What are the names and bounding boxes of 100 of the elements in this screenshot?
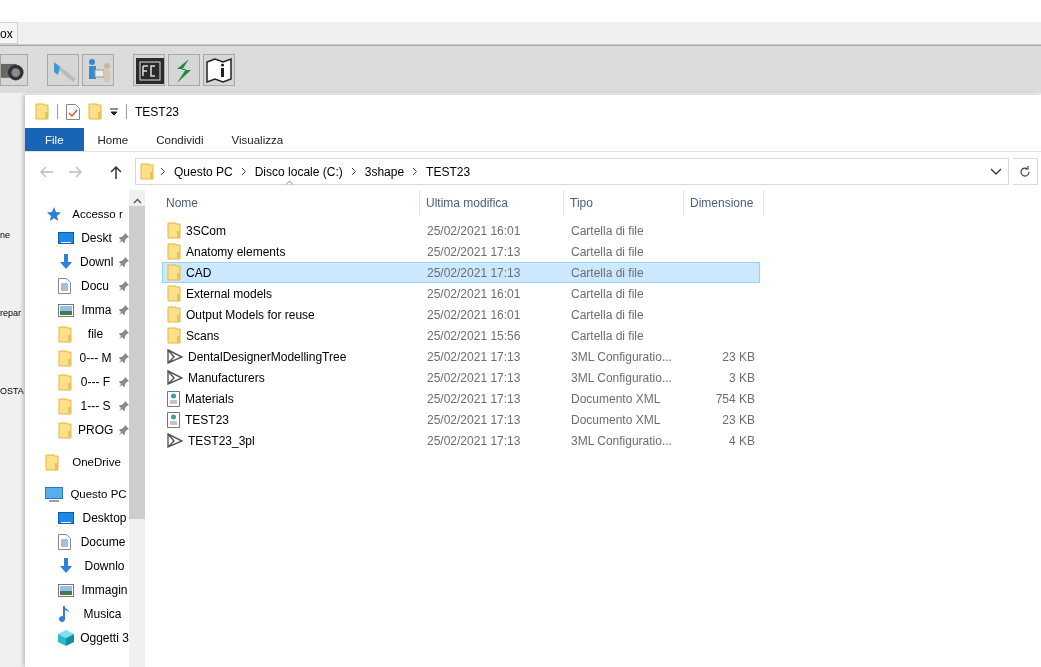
nav-item[interactable]: Oggetti 3 [25,626,129,650]
table-cell-text: 3ML Configuratio... [570,349,673,364]
xml-file-icon [167,390,180,407]
scroll-up-icon[interactable] [132,198,142,204]
nav-item[interactable]: Desktop [25,506,129,530]
folder-icon [140,163,154,180]
app-label: OSTA [0,386,24,397]
table-cell-text: Documento XML [570,391,662,406]
toolbar-button[interactable] [203,53,235,86]
download-icon [58,254,74,270]
dropdown-icon[interactable] [990,167,1002,176]
refresh-icon [1019,165,1031,178]
nav-item[interactable]: Immagin [25,578,129,602]
ribbon-tab[interactable]: Home [83,128,143,151]
nav-item[interactable]: Downlo [25,554,129,578]
file-row[interactable]: External models 25/02/2021 16:01 Cartella di file [162,283,760,304]
file-row[interactable]: DentalDesignerModellingTree 25/02/2021 17:13 3ML Configuratio... 23 KB [162,346,760,367]
folder-icon [167,285,181,302]
file-name: Scans [186,328,220,343]
nav-item[interactable]: OneDrive [25,450,129,474]
ribbon-tab[interactable]: Condividi [142,128,218,151]
table-cell-text: 754 KB [714,391,756,406]
table-cell-text: 25/02/2021 15:56 [426,328,522,343]
file-row[interactable]: Anatomy elements 25/02/2021 17:13 Cartella di file [162,241,760,262]
folder-icon [58,325,72,343]
folder-icon [167,222,181,239]
breadcrumb-item[interactable]: TEST23 [424,164,473,179]
nav-item[interactable]: 0--- F [25,370,129,394]
toolbar-button[interactable] [0,53,28,86]
nav-item[interactable]: Accesso r [25,202,129,226]
people-icon [89,58,110,82]
nav-item[interactable]: Docu [25,274,129,298]
nav-item[interactable]: Imma [25,298,129,322]
table-cell-text: 4 KB [728,433,756,448]
table-cell-text: Cartella di file [570,265,645,280]
file-name: 3SCom [186,223,226,238]
breadcrumb-item[interactable]: Questo PC [172,164,235,179]
folder-icon [88,103,102,120]
column-header[interactable]: Nome [160,190,420,215]
folder-icon [58,397,72,415]
folder-icon [167,243,181,260]
toolbar-button[interactable] [133,53,165,86]
file-row[interactable]: TEST23_3pl 25/02/2021 17:13 3ML Configuratio... 4 KB [162,430,760,451]
app-label: repar [0,308,21,319]
cube-icon [58,630,74,646]
star-icon [45,206,61,222]
nav-item[interactable]: PROG [25,418,129,442]
file-name: Manufacturers [188,370,265,385]
file-row[interactable]: Scans 25/02/2021 15:56 Cartella di file [162,325,760,346]
breadcrumb-item[interactable]: 3shape [362,164,407,179]
column-header[interactable]: Ultima modifica [420,190,564,215]
table-cell-text: 25/02/2021 17:13 [426,391,522,406]
table-cell-text: Cartella di file [570,223,645,238]
dropdown-icon[interactable] [110,107,118,116]
checklist-icon[interactable] [66,103,80,120]
scrollbar[interactable] [129,190,145,667]
nav-item[interactable]: Deskt [25,226,129,250]
nav-item[interactable]: 1--- S [25,394,129,418]
ribbon-tab[interactable]: File [25,128,84,151]
nav-item[interactable]: Docume [25,530,129,554]
monitor-icon [58,231,74,245]
file-name: CAD [186,265,212,280]
nav-item[interactable]: Questo PC [25,482,129,506]
folder-icon [58,349,72,367]
table-cell-text: Cartella di file [570,307,645,322]
table-cell-text: 23 KB [721,349,756,364]
table-cell-text: 25/02/2021 17:13 [426,370,522,385]
image-icon [58,583,74,597]
folder-icon [58,421,72,439]
camera-icon [1,63,24,80]
file-row[interactable]: Manufacturers 25/02/2021 17:13 3ML Configuratio... 3 KB [162,367,760,388]
table-cell-text: 25/02/2021 16:01 [426,307,522,322]
refresh-button[interactable] [1013,158,1038,185]
nav-item[interactable]: 0--- M [25,346,129,370]
file-row[interactable]: Output Models for reuse 25/02/2021 16:01 Cartella di file [162,304,760,325]
column-header[interactable]: Dimensione [684,190,764,215]
download-icon [58,558,74,574]
monitor-icon [58,511,74,525]
file-row[interactable]: TEST23 25/02/2021 17:13 Documento XML 23 KB [162,409,760,430]
nav-item[interactable]: Downl [25,250,129,274]
folder-icon [167,306,181,323]
file-name: DentalDesignerModellingTree [188,349,347,364]
folder-icon [58,373,72,391]
address-bar[interactable]: Questo PC Disco locale (C:) 3shape TEST23 [135,158,1009,185]
ribbon-tab[interactable]: Visualizza [217,128,298,151]
file-row[interactable]: 3SCom 25/02/2021 16:01 Cartella di file [162,220,760,241]
file-row[interactable]: CAD 25/02/2021 17:13 Cartella di file [162,262,760,283]
table-cell-text: Cartella di file [570,286,645,301]
triangle-icon [167,349,183,364]
app-tab[interactable]: ox [0,22,18,44]
triangle-icon [167,370,183,385]
breadcrumb-item[interactable]: Disco locale (C:) [252,164,345,179]
nav-item[interactable]: file [25,322,129,346]
book-info-icon [206,57,232,83]
nav-item[interactable]: Musica [25,602,129,626]
column-header[interactable]: Tipo [564,190,684,215]
file-row[interactable]: Materials 25/02/2021 17:13 Documento XML 754 KB [162,388,760,409]
table-cell-text: 25/02/2021 16:01 [426,286,522,301]
table-cell-text: 25/02/2021 17:13 [426,244,522,259]
file-name: Anatomy elements [186,244,286,259]
